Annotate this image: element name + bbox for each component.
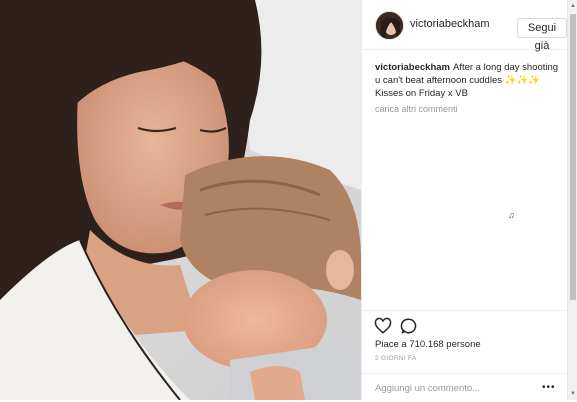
caption-author-link[interactable]: victoriabeckham (375, 62, 450, 73)
post-photo-image (0, 0, 361, 400)
speech-bubble-icon[interactable] (400, 317, 420, 337)
post-side-panel: victoriabeckham Segui già victoriabeckha… (361, 0, 577, 400)
post-timestamp[interactable]: 2 giorni fa (375, 355, 417, 362)
post-caption: victoriabeckham After a long day shooting… (375, 61, 561, 100)
speech-bubble-icon-glyph (400, 318, 417, 334)
likes-count[interactable]: Piace a 710.168 persone (375, 339, 481, 350)
scrollbar-thumb[interactable] (570, 14, 576, 300)
avatar[interactable] (375, 11, 404, 40)
heart-icon-glyph (374, 317, 392, 334)
heart-icon[interactable] (374, 317, 394, 337)
scroll-down-arrow-icon[interactable]: ▼ (568, 388, 577, 400)
load-more-comments-link[interactable]: carica altri commenti (375, 104, 458, 114)
scroll-up-arrow-icon[interactable]: ▲ (568, 0, 577, 12)
comment-form: ••• (362, 373, 567, 402)
following-button[interactable]: Segui già (517, 18, 567, 52)
comment-input[interactable] (375, 381, 525, 395)
more-options-button[interactable]: ••• (542, 382, 556, 393)
username-link[interactable]: victoriabeckham (410, 18, 489, 30)
post-header: victoriabeckham Segui già (362, 0, 567, 52)
avatar-image (376, 12, 403, 39)
post-actions: Piace a 710.168 persone 2 giorni fa ••• (362, 310, 567, 401)
post-photo[interactable] (0, 0, 361, 400)
scrollbar[interactable]: ▲ ▼ (567, 0, 577, 400)
music-note-icon: ♫ (508, 210, 515, 220)
